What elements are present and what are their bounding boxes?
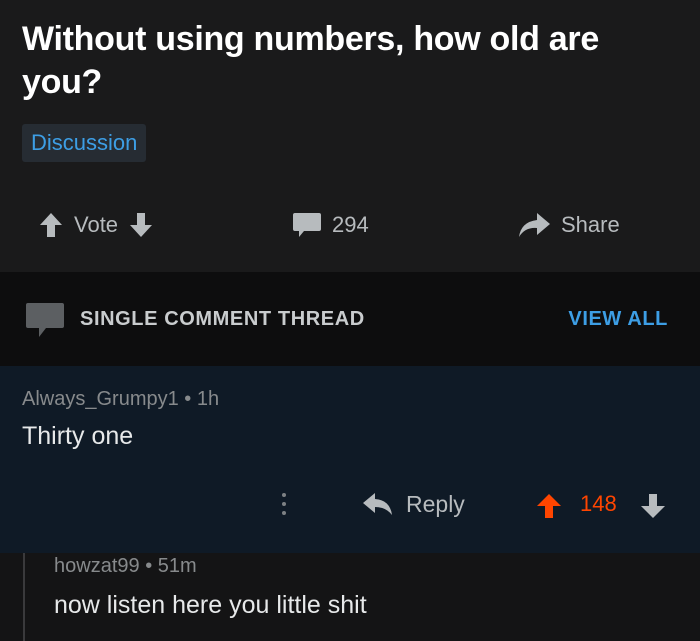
comment-age: 1h (196, 388, 220, 410)
vote-control: Vote (38, 200, 154, 250)
post-title[interactable]: Without using numbers, how old are you? (22, 18, 682, 104)
reply-meta: howzat99 • 51m (54, 552, 197, 580)
meta-separator: • (145, 555, 158, 577)
reply-button[interactable]: Reply (362, 480, 465, 528)
comment-score: 148 (580, 491, 617, 516)
share-arrow-icon (519, 213, 550, 237)
comment-count: 294 (332, 212, 369, 237)
thread-indent-line[interactable] (23, 553, 25, 641)
meta-separator: • (184, 388, 197, 410)
arrow-up-icon[interactable] (38, 211, 64, 239)
comment-meta: Always_Grumpy1 • 1h (22, 385, 219, 413)
post-actions-bar: Vote 294 Share (0, 200, 700, 250)
arrow-down-icon[interactable] (639, 492, 667, 520)
vote-label: Vote (74, 212, 119, 237)
reply-body: now listen here you little shit (54, 591, 367, 619)
share-label: Share (561, 212, 620, 237)
reply-arrow-icon (363, 493, 392, 515)
reply-age: 51m (157, 555, 197, 577)
thread-title: SINGLE COMMENT THREAD (80, 308, 365, 330)
share-button[interactable]: Share (517, 200, 630, 250)
reply-label: Reply (406, 490, 465, 517)
post-flair[interactable]: Discussion (22, 124, 147, 162)
reply-author[interactable]: howzat99 (54, 555, 140, 577)
view-all-link[interactable]: VIEW ALL (568, 305, 668, 333)
comment-actions: Reply 148 (0, 480, 700, 528)
comment-bubble-icon (26, 303, 64, 337)
comments-button[interactable]: 294 (292, 200, 379, 250)
comment-bubble-icon (293, 213, 321, 237)
comment-author[interactable]: Always_Grumpy1 (22, 388, 179, 410)
arrow-up-icon[interactable] (535, 492, 563, 520)
more-options-icon[interactable] (274, 480, 294, 528)
comment-body: Thirty one (22, 422, 134, 450)
arrow-down-icon[interactable] (128, 211, 154, 239)
